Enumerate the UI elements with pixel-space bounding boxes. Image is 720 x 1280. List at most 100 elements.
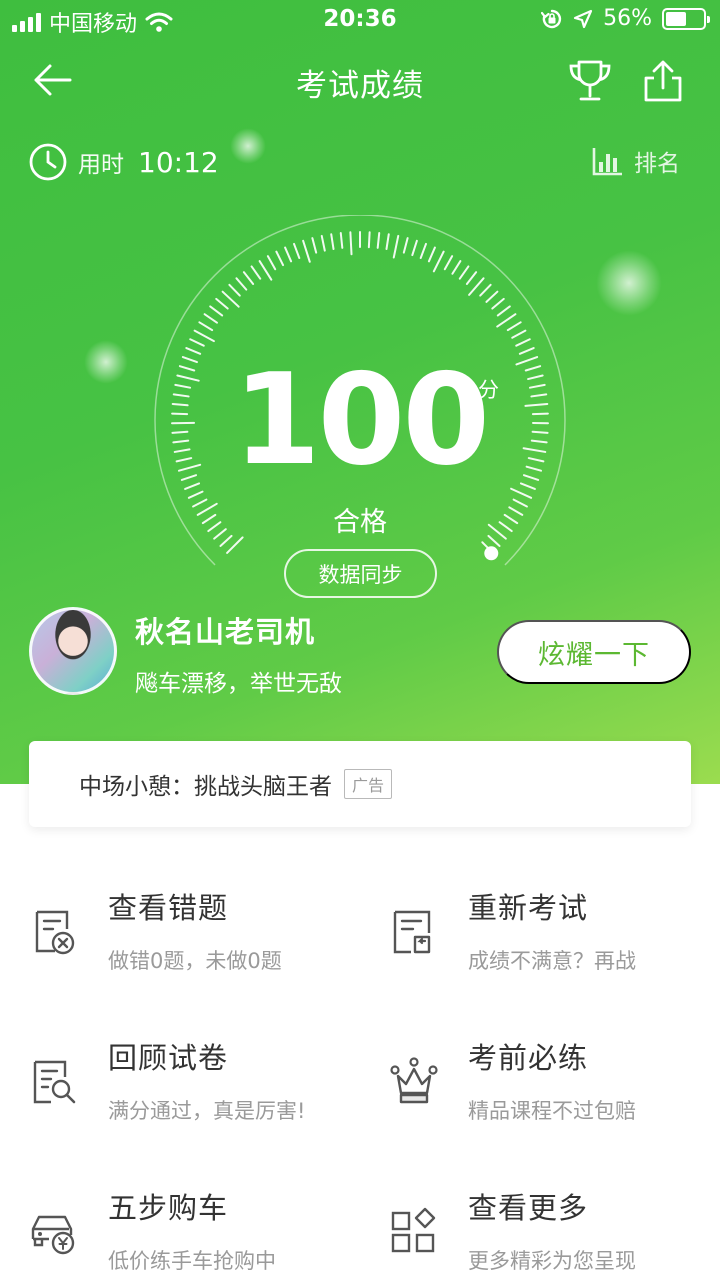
ad-text: 中场小憩：挑战头脑王者 (79, 774, 332, 800)
gauge-tick (228, 283, 241, 297)
gauge-tick (451, 260, 462, 275)
gauge-tick (293, 242, 301, 260)
gauge-tick (491, 297, 505, 310)
gauge-tick (189, 338, 205, 347)
feature-title: 查看错题 (108, 891, 229, 925)
review-paper-icon (33, 1060, 76, 1104)
gauge-tick (349, 231, 353, 256)
feature-title: 回顾试卷 (108, 1041, 229, 1075)
feature-subtitle: 精品课程不过包赔 (468, 1099, 636, 1123)
pass-status: 合格 (333, 507, 387, 538)
rank-button[interactable]: 排名 (592, 144, 680, 178)
feature-title: 查看更多 (468, 1191, 589, 1225)
ad-banner[interactable]: 中场小憩：挑战头脑王者 广告 (29, 741, 691, 827)
gauge-tick (221, 290, 240, 308)
gauge-tick (485, 290, 499, 303)
gauge-tick (185, 347, 202, 355)
orientation-lock-icon (541, 9, 562, 28)
ad-badge: 广告 (344, 769, 393, 799)
battery-icon (662, 7, 710, 30)
gauge-tick (518, 347, 535, 355)
gauge-tick (339, 231, 344, 249)
data-sync-button[interactable]: 数据同步 (284, 549, 437, 598)
feature-subtitle: 做错0题，未做0题 (108, 949, 282, 973)
score-unit: 分 (478, 378, 499, 402)
bokeh-light (230, 128, 266, 164)
score-value: 100 (232, 346, 490, 493)
time-value: 10:12 (138, 145, 219, 179)
feature-title: 五步购车 (108, 1191, 229, 1225)
feature-subtitle: 满分通过，真是厉害! (108, 1099, 306, 1123)
gauge-tick (235, 277, 248, 291)
car-purchase-icon (31, 1215, 75, 1255)
feature-subtitle: 低价练手车抢购中 (108, 1249, 276, 1273)
gauge-tick (443, 255, 454, 271)
time-label: 用时 (78, 152, 124, 178)
bokeh-light (596, 250, 662, 316)
feature-title: 考前必练 (468, 1041, 589, 1075)
gauge-tick (330, 233, 335, 251)
gauge-tick (496, 313, 517, 328)
rank-label: 排名 (634, 151, 680, 177)
more-apps-icon (391, 1207, 436, 1253)
bar-chart-icon (592, 148, 622, 176)
gauge-tick (284, 246, 293, 263)
wrong-answers-icon (35, 910, 75, 955)
gauge-tick (506, 321, 522, 332)
status-bar: 中国移动 20:36 56% (0, 0, 720, 40)
clock-icon (29, 143, 67, 181)
gauge-tick (427, 246, 436, 263)
gauge-tick (402, 237, 409, 254)
gauge-tick (411, 239, 418, 257)
gauge-tick (258, 260, 273, 281)
crown-icon (390, 1057, 438, 1104)
gauge-tick (392, 234, 400, 259)
gauge-tick (266, 255, 277, 271)
gauge-tick (465, 271, 478, 285)
gauge-tick (458, 265, 470, 280)
feature-pre-exam-practice[interactable]: 考前必练 精品课程不过包赔 (389, 1035, 719, 1145)
location-icon (573, 9, 593, 28)
user-name: 秋名山老司机 (135, 615, 316, 649)
feature-review-paper[interactable]: 回顾试卷 满分通过，真是厉害! (29, 1035, 359, 1145)
gauge-tick (226, 536, 244, 554)
show-off-button[interactable]: 炫耀一下 (497, 620, 691, 684)
gauge-tick (193, 329, 215, 343)
gauge-tick (496, 305, 511, 317)
user-motto: 飚车漂移，举世无敌 (135, 671, 342, 697)
gauge-tick (209, 305, 224, 317)
gauge-tick (367, 231, 371, 249)
elapsed-time: 用时 10:12 (28, 142, 219, 182)
feature-more[interactable]: 查看更多 更多精彩为您呈现 (389, 1185, 719, 1280)
retake-exam-icon (393, 910, 431, 954)
feature-title: 重新考试 (468, 891, 589, 925)
gauge-tick (376, 231, 381, 249)
share-icon[interactable] (640, 58, 686, 104)
gauge-tick (419, 242, 427, 260)
feature-retake-exam[interactable]: 重新考试 成绩不满意？再战 (389, 885, 719, 995)
gauge-tick (302, 239, 311, 263)
gauge-tick (515, 338, 531, 347)
gauge-tick (320, 234, 326, 252)
gauge-tick (275, 250, 285, 267)
battery-percent: 56% (603, 6, 652, 31)
score-hero: 中国移动 20:36 56% 考试成绩 用时 10:12 排名 100 分 合格… (0, 0, 720, 784)
gauge-tick (215, 297, 229, 310)
feature-subtitle: 成绩不满意？再战 (468, 949, 636, 973)
gauge-tick (432, 250, 445, 273)
gauge-tick (479, 283, 492, 297)
gauge-tick (203, 313, 218, 324)
gauge-tick (510, 487, 533, 499)
trophy-icon[interactable] (566, 58, 614, 104)
feature-wrong-answers[interactable]: 查看错题 做错0题，未做0题 (29, 885, 359, 995)
gauge-pointer (484, 546, 499, 561)
gauge-tick (511, 329, 527, 339)
gauge-tick (468, 277, 485, 296)
gauge-tick (250, 265, 262, 280)
gauge-tick (187, 490, 204, 499)
gauge-tick (198, 321, 214, 332)
gauge-tick (385, 233, 390, 251)
feature-subtitle: 更多精彩为您呈现 (468, 1249, 636, 1273)
feature-car-purchase[interactable]: 五步购车 低价练手车抢购中 (29, 1185, 359, 1280)
avatar[interactable] (29, 607, 117, 695)
